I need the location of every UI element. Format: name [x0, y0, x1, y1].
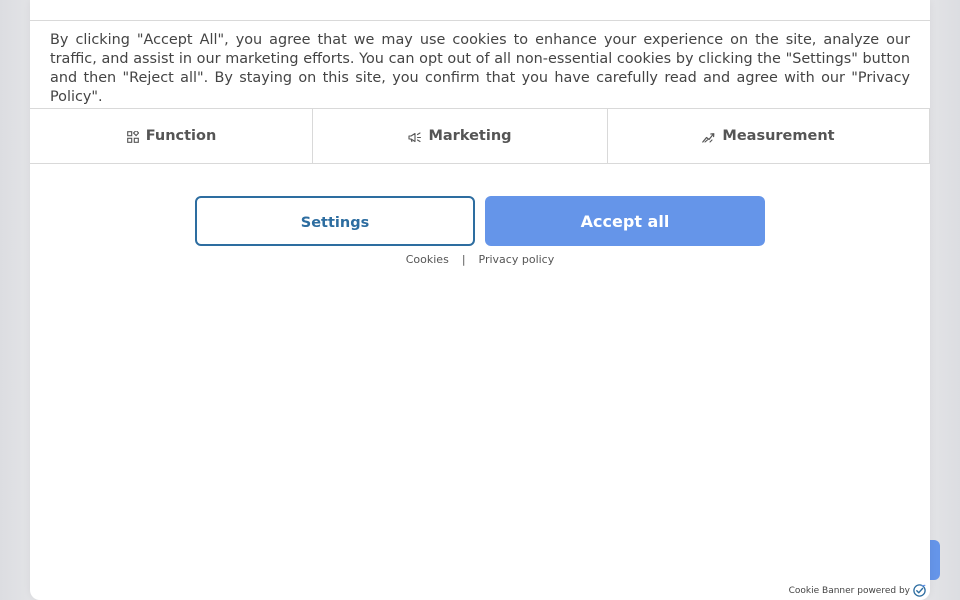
accept-all-button[interactable]: Accept all [485, 196, 765, 246]
category-function[interactable]: Function [30, 109, 312, 163]
cookie-banner-dialog: By clicking "Accept All", you agree that… [30, 0, 930, 600]
shield-check-icon [913, 584, 926, 597]
category-label: Function [145, 128, 217, 144]
grid-icon [126, 130, 140, 144]
trend-chart-icon [702, 130, 716, 144]
link-separator: | [461, 253, 466, 266]
divider [30, 20, 930, 21]
megaphone-icon [408, 130, 422, 144]
consent-description: By clicking "Accept All", you agree that… [50, 32, 910, 105]
settings-button[interactable]: Settings [195, 196, 475, 246]
cookie-categories: Function Marketing Measurement [30, 108, 930, 164]
category-label: Marketing [428, 128, 512, 144]
category-label: Measurement [722, 128, 835, 144]
cookies-link[interactable]: Cookies [406, 253, 449, 266]
privacy-policy-link[interactable]: Privacy policy [479, 253, 555, 266]
policy-links: Cookies | Privacy policy [30, 253, 930, 266]
powered-by-label: Cookie Banner powered by [788, 585, 910, 596]
category-marketing[interactable]: Marketing [312, 109, 607, 163]
category-measurement[interactable]: Measurement [607, 109, 930, 163]
powered-by[interactable]: Cookie Banner powered by [789, 584, 926, 597]
